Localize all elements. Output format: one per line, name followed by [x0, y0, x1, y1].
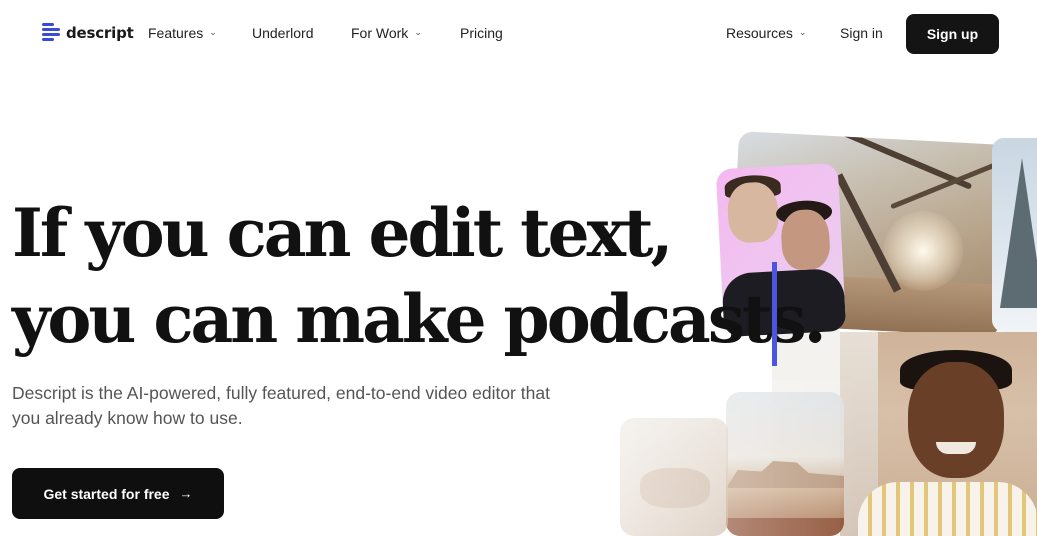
get-started-button[interactable]: Get started for free →	[12, 468, 224, 519]
canyon-scene-image	[726, 392, 844, 536]
chevron-down-icon: ⌄	[209, 26, 217, 37]
hero-headline: If you can edit text, you can make podca…	[12, 190, 827, 362]
chevron-down-icon: ⌄	[798, 26, 807, 37]
nav-for-work[interactable]: For Work ⌄	[351, 25, 422, 41]
text-cursor-icon	[772, 262, 777, 366]
nav-underlord[interactable]: Underlord	[252, 25, 313, 41]
top-navigation: descript Features ⌄ Underlord For Work ⌄…	[0, 0, 1037, 68]
nav-features-label: Features	[148, 25, 204, 41]
nav-underlord-label: Underlord	[252, 25, 314, 41]
hands-scene-image	[620, 418, 728, 536]
smiling-portrait-image	[838, 332, 1037, 536]
signin-label: Sign in	[840, 25, 883, 41]
nav-pricing-label: Pricing	[460, 25, 503, 41]
headline-line-1: If you can edit text,	[12, 194, 673, 272]
nav-resources-label: Resources	[726, 25, 793, 41]
nav-pricing[interactable]: Pricing	[460, 25, 503, 41]
nav-resources[interactable]: Resources ⌄	[726, 25, 806, 41]
snow-scene-image	[992, 138, 1037, 332]
arrow-right-icon: →	[179, 486, 193, 501]
chevron-down-icon: ⌄	[414, 26, 422, 37]
get-started-label: Get started for free	[43, 485, 170, 502]
descript-logo-icon	[42, 22, 60, 44]
hero-subtitle: Descript is the AI-powered, fully featur…	[12, 383, 550, 428]
nav-features[interactable]: Features ⌄	[148, 25, 217, 41]
headline-line-2: you can make podcasts.	[12, 280, 827, 358]
descript-logo[interactable]: descript	[42, 22, 134, 44]
nav-for-work-label: For Work	[351, 25, 409, 41]
signin-link[interactable]: Sign in	[840, 25, 883, 41]
signup-button[interactable]: Sign up	[906, 14, 999, 54]
brand-name: descript	[66, 24, 134, 42]
